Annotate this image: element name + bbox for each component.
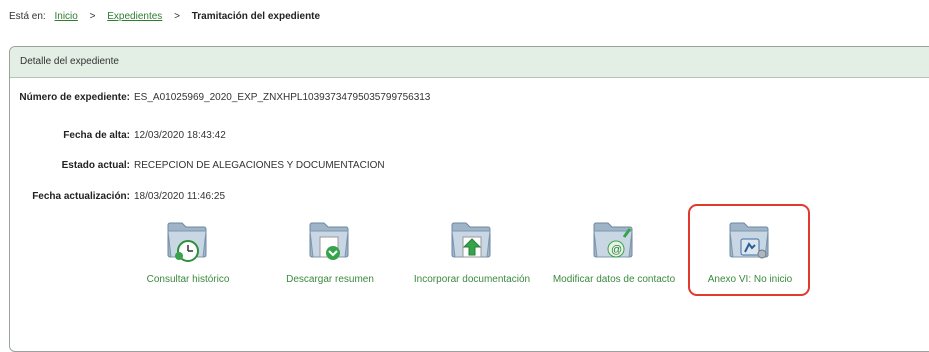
- field-value: 12/03/2020 18:43:42: [134, 130, 226, 141]
- svg-text:@: @: [611, 244, 622, 256]
- field-label: Fecha actualización:: [32, 191, 130, 202]
- folder-clock-icon: [167, 222, 207, 262]
- breadcrumb-link-inicio[interactable]: Inicio: [54, 11, 77, 22]
- field-label: Número de expediente:: [19, 92, 130, 103]
- field-value: RECEPCION DE ALEGACIONES Y DOCUMENTACION: [134, 160, 385, 171]
- folder-upload-icon: [451, 222, 491, 258]
- breadcrumb: Está en: Inicio > Expedientes > Tramitac…: [9, 11, 320, 22]
- modificar-datos-contacto-button[interactable]: @ Modificar datos de contacto: [544, 215, 684, 285]
- detail-panel: Detalle del expediente Número de expedie…: [9, 46, 929, 352]
- panel-title: Detalle del expediente: [10, 47, 929, 78]
- folder-email-icon: @: [593, 222, 633, 258]
- field-value: ES_A01025969_2020_EXP_ZNXHPL103937347950…: [134, 92, 431, 103]
- consultar-historico-button[interactable]: Consultar histórico: [118, 215, 258, 285]
- field-label: Estado actual:: [61, 160, 130, 171]
- field-value: 18/03/2020 11:46:25: [134, 191, 226, 202]
- action-label: Descargar resumen: [286, 274, 374, 285]
- action-label: Incorporar documentación: [413, 274, 531, 285]
- breadcrumb-separator: >: [89, 11, 96, 22]
- folder-download-icon: [309, 222, 349, 260]
- field-label: Fecha de alta:: [63, 130, 130, 141]
- descargar-resumen-button[interactable]: Descargar resumen: [260, 215, 400, 285]
- breadcrumb-prefix: Está en:: [9, 11, 46, 22]
- breadcrumb-link-expedientes[interactable]: Expedientes: [107, 11, 162, 22]
- breadcrumb-current: Tramitación del expediente: [191, 11, 321, 22]
- breadcrumb-separator: >: [174, 11, 180, 22]
- incorporar-documentacion-button[interactable]: Incorporar documentación: [402, 215, 542, 285]
- action-label: Consultar histórico: [146, 274, 230, 285]
- highlight-box: [688, 204, 810, 296]
- action-label: Modificar datos de contacto: [552, 274, 676, 285]
